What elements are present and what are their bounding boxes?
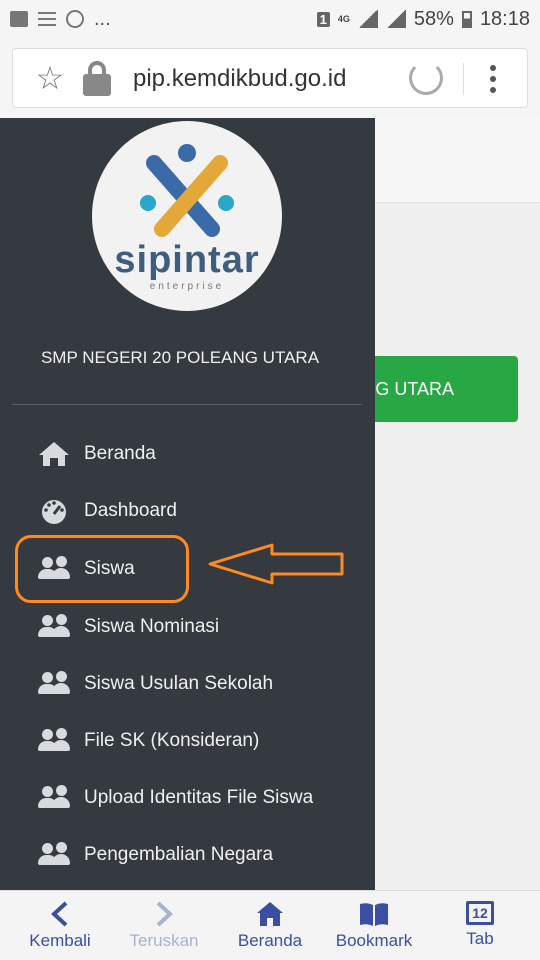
menu-item-upload-identitas[interactable]: Upload Identitas File Siswa (38, 778, 313, 818)
drawer-divider (12, 404, 362, 405)
reload-icon[interactable] (409, 61, 443, 95)
book-icon (360, 903, 388, 926)
home-icon (257, 902, 283, 926)
logo-subtext: enterprise (149, 281, 225, 292)
nav-label: Tab (466, 929, 494, 948)
battery-icon (461, 10, 472, 28)
menu-item-file-sk[interactable]: File SK (Konsideran) (38, 721, 259, 761)
nav-label: Kembali (29, 931, 91, 950)
toolbar-divider (463, 63, 464, 95)
menu-item-dashboard[interactable]: Dashboard (38, 491, 177, 531)
sipintar-logo: sipintar enterprise (92, 121, 282, 311)
menu-label: File SK (Konsideran) (84, 730, 260, 751)
status-left: ... (10, 8, 111, 31)
side-drawer: sipintar enterprise SMP NEGERI 20 POLEAN… (0, 118, 375, 890)
battery-percent: 58% (413, 7, 454, 30)
menu-item-pengembalian-negara[interactable]: Pengembalian Negara (38, 835, 273, 875)
users-icon (38, 842, 70, 868)
logo-text: sipintar (114, 239, 260, 281)
status-bar: ... 1 4G 58% 18:18 (0, 0, 540, 38)
menu-kebab-icon[interactable] (483, 61, 503, 97)
nav-forward-button[interactable]: Teruskan (124, 891, 204, 960)
network-type-label: 4G (337, 13, 350, 24)
nav-back-button[interactable]: Kembali (22, 891, 98, 960)
home-icon (38, 441, 70, 467)
users-icon (38, 614, 70, 640)
nav-bookmark-button[interactable]: Bookmark (332, 891, 416, 960)
nav-tabs-button[interactable]: 12 Tab (448, 891, 512, 960)
menu-label: Siswa Nominasi (84, 616, 220, 637)
menu-item-siswa-nominasi[interactable]: Siswa Nominasi (38, 607, 219, 647)
menu-label: Pengembalian Negara (84, 844, 274, 865)
menu-item-beranda[interactable]: Beranda (38, 434, 156, 474)
tab-count-icon: 12 (466, 901, 494, 925)
nav-home-button[interactable]: Beranda (230, 891, 310, 960)
browser-bottom-nav: Kembali Teruskan Beranda Bookmark 12 Tab (0, 890, 540, 960)
whatsapp-notification-icon (66, 10, 84, 28)
nav-label: Teruskan (129, 931, 199, 950)
browser-toolbar: ☆ pip.kemdikbud.go.id (0, 38, 540, 118)
chevron-right-icon (156, 901, 173, 927)
nav-label: Bookmark (335, 931, 413, 950)
clock: 18:18 (479, 7, 530, 30)
more-notifications-icon: ... (94, 7, 111, 30)
signal-bars-icon (385, 10, 406, 28)
users-icon (38, 671, 70, 697)
notification-count-badge: 1 (316, 11, 330, 27)
users-icon (38, 785, 70, 811)
gallery-notification-icon (10, 11, 28, 27)
pointer-arrow-icon (208, 543, 344, 585)
status-right: 1 4G 58% 18:18 (316, 7, 530, 31)
list-notification-icon (38, 12, 56, 26)
nav-label: Beranda (237, 931, 303, 950)
menu-label: Beranda (84, 443, 156, 464)
menu-item-siswa-usulan-sekolah[interactable]: Siswa Usulan Sekolah (38, 664, 273, 704)
highlight-circle (15, 535, 189, 603)
gauge-icon (38, 498, 70, 524)
lock-icon[interactable] (83, 61, 111, 97)
address-bar[interactable]: ☆ pip.kemdikbud.go.id (12, 48, 528, 108)
bookmark-star-icon[interactable]: ☆ (33, 61, 67, 95)
signal-icon (357, 10, 378, 28)
school-name: SMP NEGERI 20 POLEANG UTARA (40, 348, 320, 367)
url-text[interactable]: pip.kemdikbud.go.id (133, 65, 346, 93)
users-icon (38, 728, 70, 754)
chevron-left-icon (51, 901, 68, 927)
menu-label: Upload Identitas File Siswa (84, 787, 314, 808)
menu-label: Dashboard (84, 500, 177, 521)
menu-label: Siswa Usulan Sekolah (84, 673, 274, 694)
